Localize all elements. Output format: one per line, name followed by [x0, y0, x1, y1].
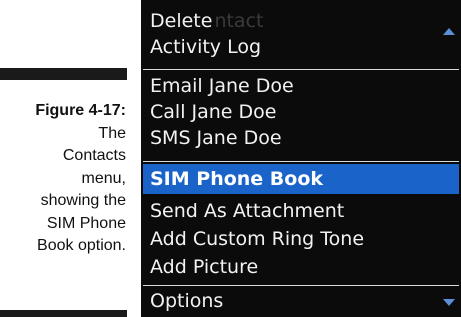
background-ghost-text: ntact: [214, 10, 264, 32]
menu-item-label: SIM Phone Book: [150, 168, 324, 190]
scroll-down-arrow-icon[interactable]: [443, 299, 455, 306]
menu-separator: [143, 69, 459, 70]
caption-line: The: [98, 124, 126, 142]
contacts-menu: Delete ntact Activity Log Email Jane Doe …: [141, 0, 461, 317]
device-screen: Delete ntact Activity Log Email Jane Doe …: [141, 0, 461, 317]
caption-line: Contacts: [62, 147, 126, 164]
menu-item-sms-jane-doe[interactable]: SMS Jane Doe: [143, 125, 459, 151]
caption-line: SIM Phone: [46, 214, 126, 232]
menu-separator: [143, 285, 459, 286]
menu-item-delete[interactable]: Delete ntact: [143, 8, 459, 34]
menu-item-send-as-attachment[interactable]: Send As Attachment: [143, 198, 459, 224]
menu-item-activity-log[interactable]: Activity Log: [143, 34, 459, 60]
menu-item-add-custom-ring-tone[interactable]: Add Custom Ring Tone: [143, 226, 459, 252]
menu-item-label: Options: [150, 290, 224, 312]
figure-label: Figure 4-17:: [35, 102, 126, 119]
menu-item-label: Call Jane Doe: [150, 101, 277, 123]
caption-line: Book option.: [37, 237, 126, 254]
menu-item-call-jane-doe[interactable]: Call Jane Doe: [143, 99, 459, 125]
caption-bottom-rule: [0, 310, 127, 317]
menu-item-label: Activity Log: [150, 36, 262, 58]
caption-line: menu,: [81, 169, 126, 187]
menu-item-label: Add Custom Ring Tone: [150, 228, 365, 250]
caption-top-rule: [0, 68, 127, 80]
caption-line: showing the: [40, 192, 126, 209]
menu-item-label: Email Jane Doe: [150, 75, 294, 97]
menu-item-label: Add Picture: [150, 256, 259, 278]
menu-item-sim-phone-book[interactable]: SIM Phone Book: [143, 164, 459, 194]
menu-item-label: Delete: [150, 10, 213, 32]
menu-item-label: SMS Jane Doe: [150, 127, 282, 149]
menu-item-email-jane-doe[interactable]: Email Jane Doe: [143, 73, 459, 99]
menu-item-options[interactable]: Options: [143, 288, 459, 314]
figure-caption: Figure 4-17: The Contacts menu, showing …: [0, 100, 126, 258]
menu-item-add-picture[interactable]: Add Picture: [143, 254, 459, 280]
menu-item-label: Send As Attachment: [150, 200, 345, 222]
menu-separator: [143, 161, 459, 162]
